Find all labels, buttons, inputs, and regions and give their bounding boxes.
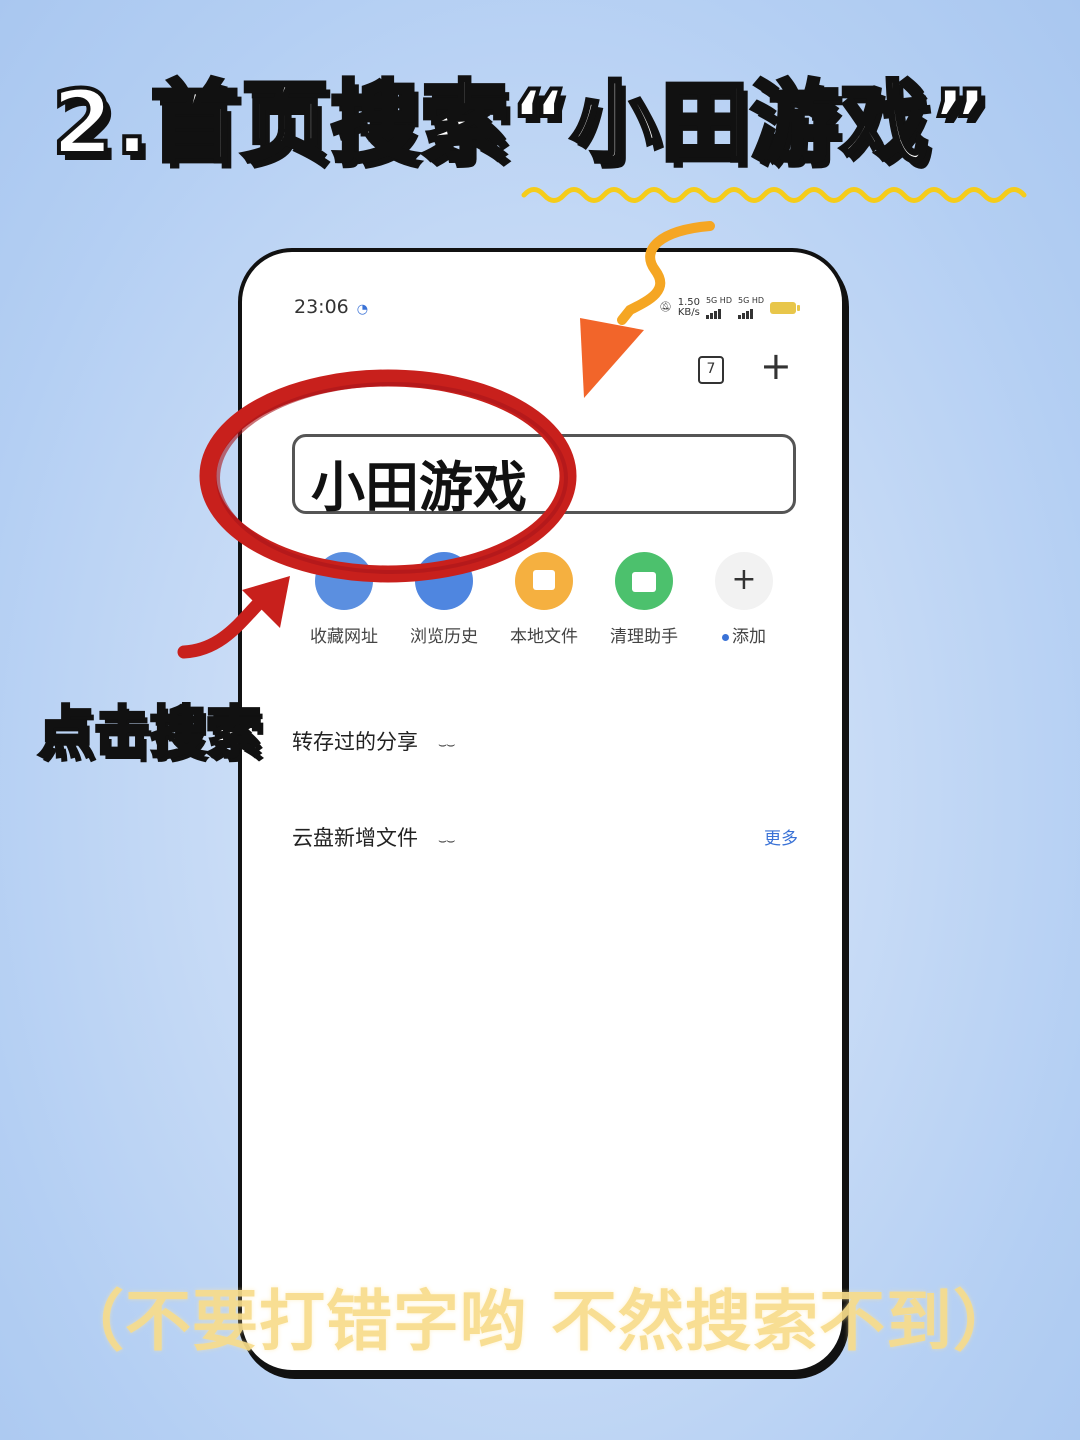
plus-icon: + <box>715 552 773 610</box>
footnote-tip: （不要打错字哟 不然搜索不到） <box>58 1283 1020 1360</box>
shortcut-label: 本地文件 <box>510 627 578 647</box>
section-new-cloud-files[interactable]: 云盘新增文件 ⌣⌣ <box>292 822 455 852</box>
status-time: 23:06 ◔ <box>294 296 369 318</box>
closed-eye-icon: ⌣⌣ <box>438 833 455 849</box>
sync-icon: ◔ <box>356 302 369 317</box>
shortcut-label: 添加 <box>694 622 794 647</box>
shortcut-cleaner[interactable]: 清理助手 <box>594 552 694 647</box>
sim2-signal: 5G HD <box>737 296 764 319</box>
headline: 2.首页搜索“小田游戏” <box>50 69 991 176</box>
tap-search-label: 点击搜索 <box>37 700 264 768</box>
section-saved-shares[interactable]: 转存过的分享 ⌣⌣ <box>292 726 455 756</box>
shortcut-label: 清理助手 <box>610 627 678 647</box>
battery-icon <box>770 301 800 314</box>
shortcut-add[interactable]: + 添加 <box>694 552 794 647</box>
new-tab-button[interactable]: + <box>760 344 792 388</box>
red-arrow-annotation <box>177 576 290 659</box>
yellow-squiggle-underline <box>521 187 1027 203</box>
broom-icon <box>615 552 673 610</box>
closed-eye-icon: ⌣⌣ <box>438 737 455 753</box>
more-link[interactable]: 更多 <box>764 824 798 849</box>
shortcut-label: 浏览历史 <box>410 627 478 647</box>
orange-arrow-annotation <box>580 221 715 398</box>
